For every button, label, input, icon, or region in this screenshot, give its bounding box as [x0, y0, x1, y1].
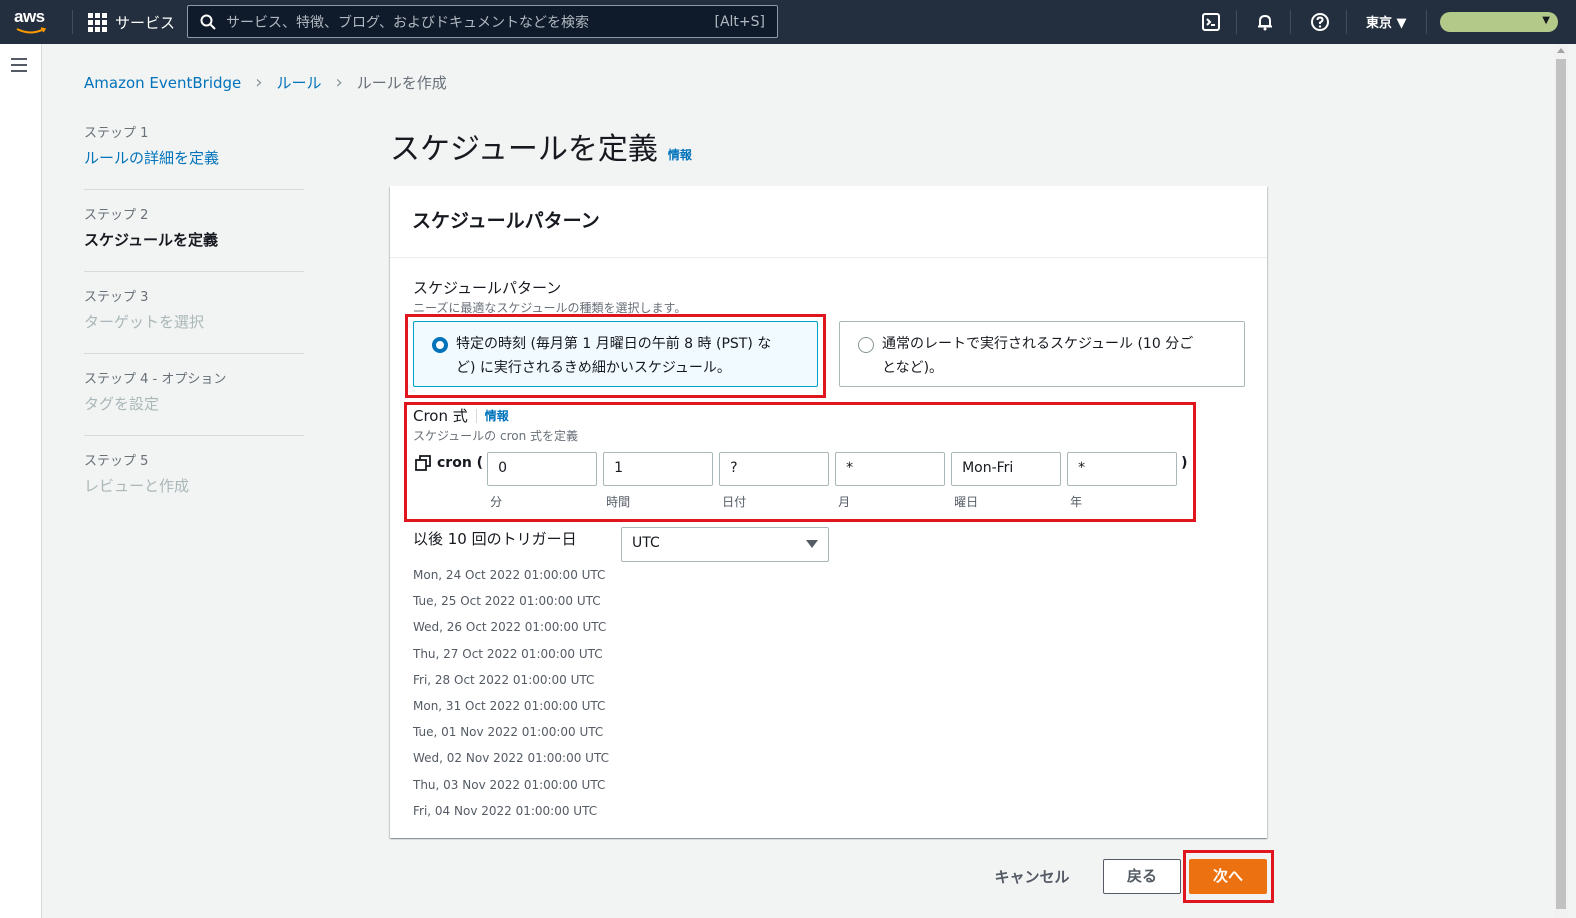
aws-smile-icon — [16, 27, 46, 34]
search-shortcut: [Alt+S] — [714, 13, 766, 30]
info-link[interactable]: 情報 — [668, 146, 692, 163]
cloudshell-icon[interactable] — [1200, 11, 1222, 33]
panel-title: スケジュールパターン — [412, 210, 600, 232]
breadcrumb-current: ルールを作成 — [356, 74, 447, 92]
step-link-define-rule[interactable]: ルールの詳細を定義 — [84, 147, 304, 168]
next-triggers-label: 以後 10 回のトリガー日 — [413, 530, 577, 548]
wizard-step-5: ステップ 5 レビューと作成 — [84, 450, 304, 518]
chevron-right-icon: › — [255, 72, 263, 93]
trigger-dates-list: Mon, 24 Oct 2022 01:00:00 UTC Tue, 25 Oc… — [413, 562, 609, 824]
tile-text-line2: となど)。 — [882, 360, 944, 376]
wizard-steps: ステップ 1 ルールの詳細を定義 ステップ 2 スケジュールを定義 ステップ 3… — [84, 122, 304, 532]
scrollbar-thumb[interactable] — [1556, 59, 1566, 909]
step-number: ステップ 2 — [84, 208, 149, 223]
step-number: ステップ 3 — [84, 290, 149, 305]
nav-divider — [1290, 10, 1291, 34]
step-number: ステップ 5 — [84, 454, 149, 469]
annotation-highlight-cron — [404, 402, 1196, 522]
services-menu-button[interactable]: サービス — [88, 9, 175, 35]
timezone-select[interactable]: UTC — [621, 527, 829, 562]
tile-text-line1: 通常のレートで実行されるスケジュール (10 分ご — [882, 336, 1194, 352]
trigger-date: Thu, 03 Nov 2022 01:00:00 UTC — [413, 777, 606, 792]
trigger-date: Wed, 02 Nov 2022 01:00:00 UTC — [413, 751, 609, 766]
step-number: ステップ 1 — [84, 126, 149, 141]
wizard-step-1: ステップ 1 ルールの詳細を定義 — [84, 122, 304, 190]
wizard-step-2: ステップ 2 スケジュールを定義 — [84, 204, 304, 272]
step-configure-tags: タグを設定 — [84, 395, 160, 413]
side-navigation-rail — [0, 44, 42, 918]
nav-divider — [72, 10, 73, 34]
scroll-up-arrow-icon[interactable] — [1557, 48, 1565, 53]
region-selector[interactable]: 東京 ▼ — [1366, 12, 1407, 31]
panel-header: スケジュールパターン — [390, 186, 1267, 258]
breadcrumb-eventbridge[interactable]: Amazon EventBridge — [84, 74, 241, 92]
trigger-date: Fri, 28 Oct 2022 01:00:00 UTC — [413, 672, 595, 687]
nav-divider — [1236, 10, 1237, 34]
trigger-date: Fri, 04 Nov 2022 01:00:00 UTC — [413, 803, 598, 818]
account-menu[interactable]: ▼ — [1440, 12, 1558, 32]
caret-down-icon — [806, 540, 818, 548]
step-current-define-schedule: スケジュールを定義 — [84, 231, 218, 249]
step-number: ステップ 4 - オプション — [84, 372, 227, 387]
trigger-date: Mon, 31 Oct 2022 01:00:00 UTC — [413, 698, 606, 713]
search-icon — [200, 14, 216, 30]
chevron-right-icon: › — [335, 72, 343, 93]
trigger-date: Wed, 26 Oct 2022 01:00:00 UTC — [413, 620, 607, 635]
aws-logo-text: aws — [14, 7, 45, 26]
search-input[interactable]: サービス、特徴、ブログ、およびドキュメントなどを検索 [Alt+S] — [187, 5, 778, 38]
hamburger-menu-icon[interactable] — [11, 58, 27, 76]
step-select-target: ターゲットを選択 — [84, 313, 205, 331]
chevron-down-icon: ▼ — [1542, 15, 1550, 26]
timezone-value: UTC — [632, 535, 660, 551]
trigger-date: Thu, 27 Oct 2022 01:00:00 UTC — [413, 646, 603, 661]
breadcrumb-rules[interactable]: ルール — [276, 72, 321, 93]
breadcrumb: Amazon EventBridge › ルール › ルールを作成 — [84, 72, 447, 93]
services-label: サービス — [115, 13, 176, 32]
radio-unselected-icon[interactable] — [858, 337, 874, 353]
nav-divider — [1426, 10, 1427, 34]
search-placeholder: サービス、特徴、ブログ、およびドキュメントなどを検索 — [226, 14, 590, 31]
page-header: スケジュールを定義 情報 — [390, 124, 692, 168]
trigger-date: Tue, 01 Nov 2022 01:00:00 UTC — [413, 725, 604, 740]
help-icon[interactable] — [1309, 11, 1331, 33]
schedule-pattern-label: スケジュールパターン — [413, 279, 562, 297]
trigger-date: Tue, 25 Oct 2022 01:00:00 UTC — [413, 594, 601, 609]
top-navigation: aws サービス サービス、特徴、ブログ、およびドキュメントなどを検索 [Alt… — [0, 0, 1576, 44]
grid-icon — [88, 12, 107, 32]
page-scrollbar[interactable] — [1554, 44, 1568, 918]
annotation-highlight-radio — [405, 314, 826, 398]
wizard-step-3: ステップ 3 ターゲットを選択 — [84, 286, 304, 354]
wizard-step-4: ステップ 4 - オプション タグを設定 — [84, 368, 304, 436]
radio-tile-rate-based[interactable]: 通常のレートで実行されるスケジュール (10 分ご となど)。 — [839, 321, 1245, 387]
page-title: スケジュールを定義 — [390, 132, 658, 167]
step-review-create: レビューと作成 — [84, 477, 190, 495]
aws-logo[interactable]: aws — [14, 7, 54, 37]
back-button[interactable]: 戻る — [1103, 859, 1181, 894]
cancel-button[interactable]: キャンセル — [980, 860, 1084, 894]
trigger-date: Mon, 24 Oct 2022 01:00:00 UTC — [413, 568, 606, 582]
next-button[interactable]: 次へ — [1189, 859, 1267, 894]
bell-icon[interactable] — [1254, 11, 1276, 33]
nav-divider — [1346, 10, 1347, 34]
